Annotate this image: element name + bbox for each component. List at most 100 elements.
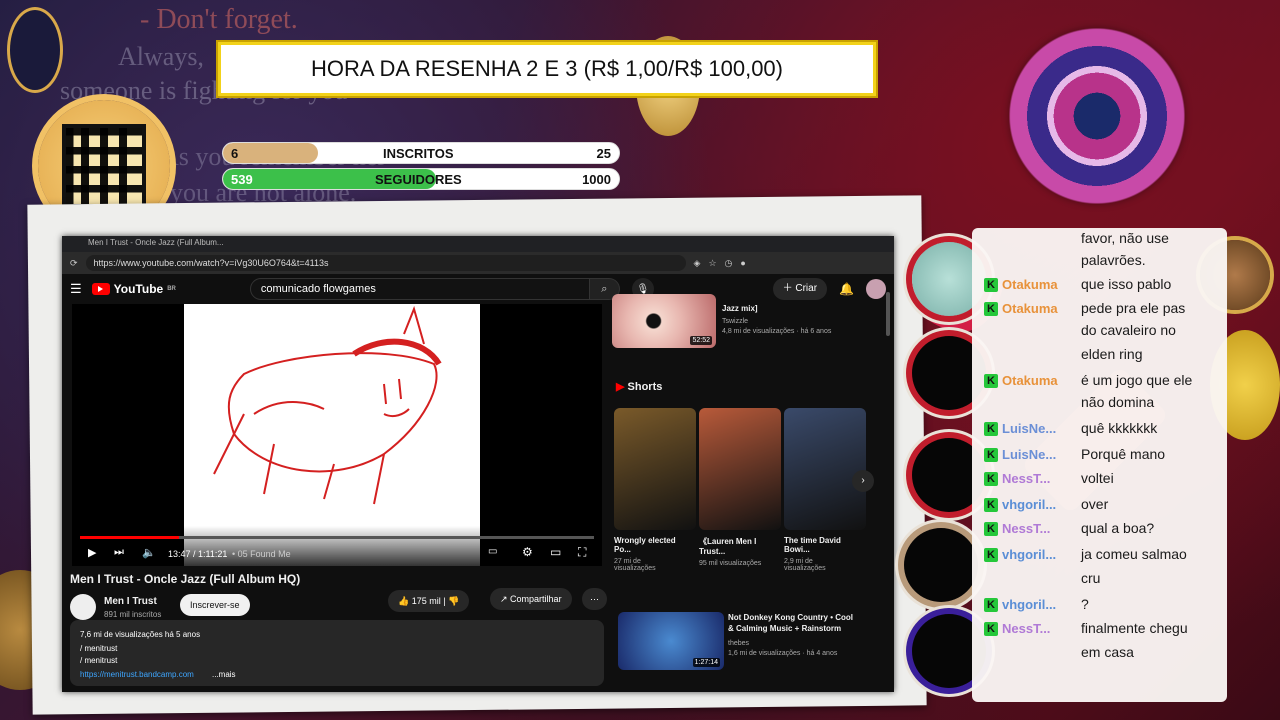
video-duration: 1:27:14 xyxy=(692,658,720,667)
youtube-logo[interactable]: YouTube BR xyxy=(91,282,176,296)
chat-panel: favor, não use palavrões. K Otakuma que isso… xyxy=(972,228,1227,702)
related-video-meta: 1,6 mi de visualizações · há 4 anos xyxy=(728,650,838,657)
youtube-play-icon xyxy=(91,283,110,295)
related-video-title[interactable]: Not Donkey Kong Country • Cool & Calming… xyxy=(728,612,858,634)
scrollbar[interactable] xyxy=(886,292,890,336)
search-input[interactable]: comunicado flowgames xyxy=(249,278,590,300)
progress-bar[interactable] xyxy=(80,536,594,539)
chat-text: favor, não use xyxy=(1081,230,1169,246)
chat-text: ? xyxy=(1081,596,1089,612)
short-card[interactable]: Wrongly elected Po... 27 mi de visualiza… xyxy=(614,408,696,572)
chat-text: do cavaleiro no xyxy=(1081,322,1176,338)
menu-icon[interactable]: ☰ xyxy=(70,281,82,297)
chat-username[interactable]: vhgoril... xyxy=(1002,497,1078,512)
shorts-icon: ▶ xyxy=(616,381,625,393)
profile-icon[interactable]: ● xyxy=(740,258,745,268)
youtube-header: ☰ YouTube BR comunicado flowgames ⌕ 🎙 ＋ … xyxy=(62,274,894,304)
description-stats: 7,6 mi de visualizações há 5 anos xyxy=(80,630,201,639)
chevron-right-icon: › xyxy=(861,475,865,486)
related-video-channel[interactable]: Tswizzle xyxy=(722,318,748,325)
short-card[interactable]: 《Lauren Men I Trust... 95 mil visualizaç… xyxy=(699,408,781,567)
extension-icon[interactable]: ◈ xyxy=(694,258,701,269)
share-button[interactable]: ↗ Compartilhar xyxy=(490,588,572,610)
fullscreen-icon[interactable]: ⛶ xyxy=(578,545,586,560)
moon-emblem-icon xyxy=(10,10,60,90)
chat-text: qual a boa? xyxy=(1081,520,1155,536)
description-url[interactable]: https://menitrust.bandcamp.com xyxy=(80,670,194,679)
short-thumbnail xyxy=(614,408,696,530)
related-video-channel[interactable]: thebes xyxy=(728,640,749,647)
volume-icon[interactable]: 🔈 xyxy=(142,546,156,559)
microphone-icon: 🎙 xyxy=(636,283,650,295)
chat-username[interactable]: vhgoril... xyxy=(1002,597,1078,612)
chat-message: K NessT... voltei xyxy=(972,468,1212,490)
settings-icon[interactable]: ⚙ xyxy=(522,545,533,559)
theater-icon[interactable]: ▭ xyxy=(550,545,561,559)
chapter-label[interactable]: • 05 Found Me xyxy=(232,549,291,559)
more-actions-button[interactable]: ⋯ xyxy=(582,588,607,610)
short-views: 27 mi de visualizações xyxy=(614,558,656,572)
chat-message: K NessT... finalmente chegu xyxy=(972,618,1212,640)
like-count: 175 mil xyxy=(411,596,441,606)
chat-text: voltei xyxy=(1081,470,1114,486)
description-box[interactable]: 7,6 mi de visualizações há 5 anos / meni… xyxy=(70,620,604,686)
chat-username[interactable]: NessT... xyxy=(1002,521,1078,536)
shorts-heading: ▶ Shorts xyxy=(616,380,662,393)
progress-fill xyxy=(80,536,180,539)
related-video-thumbnail[interactable]: 52:52 xyxy=(612,294,716,348)
tab-title[interactable]: Men I Trust - Oncle Jazz (Full Album... xyxy=(88,238,224,247)
chat-username[interactable]: Otakuma xyxy=(1002,301,1078,316)
star-icon[interactable]: ☆ xyxy=(708,258,716,269)
shorts-next-button[interactable]: › xyxy=(852,470,874,492)
chat-username[interactable]: NessT... xyxy=(1002,621,1078,636)
shorts-label: Shorts xyxy=(627,381,663,393)
chat-username[interactable]: Otakuma xyxy=(1002,277,1078,292)
chat-text: cru xyxy=(1081,570,1101,586)
kick-badge-icon: K xyxy=(984,598,998,612)
chat-username[interactable]: NessT... xyxy=(1002,471,1078,486)
like-button[interactable]: 👍 175 mil | 👎 xyxy=(388,590,470,612)
chat-text: pede pra ele pas xyxy=(1081,300,1186,316)
short-card[interactable]: The time David Bowi... 2,9 mi de visuali… xyxy=(784,408,866,572)
reload-icon[interactable]: ⟳ xyxy=(70,258,78,269)
channel-avatar[interactable] xyxy=(70,594,96,620)
chat-message: Kvhgoril... ja comeu salmao xyxy=(972,544,1212,566)
chat-username[interactable]: Otakuma xyxy=(1002,373,1078,388)
url-field[interactable]: https://www.youtube.com/watch?v=iVg30U6O… xyxy=(85,255,686,271)
chat-username[interactable]: LuisNe... xyxy=(1002,447,1078,462)
chat-text: não domina xyxy=(1081,394,1155,410)
chat-message: Kvhgoril... over xyxy=(972,494,1212,516)
video-player[interactable]: ▶ ⏭ 🔈 13:47 / 1:11:21 • 05 Found Me ▭ ⚙ … xyxy=(72,304,602,566)
next-icon[interactable]: ⏭ xyxy=(114,546,124,559)
related-video-thumbnail[interactable]: 1:27:14 xyxy=(618,612,724,670)
chat-text: que isso pablo xyxy=(1081,276,1172,292)
video-duration: 52:52 xyxy=(690,336,712,345)
chat-message: K LuisNe... quê kkkkkkk xyxy=(972,418,1212,440)
description-more[interactable]: ...mais xyxy=(212,670,236,679)
qr-code-icon xyxy=(62,124,146,208)
channel-name[interactable]: Men I Trust xyxy=(104,596,157,607)
subscribe-button[interactable]: Inscrever-se xyxy=(180,594,250,616)
chat-message: favor, não use xyxy=(972,228,1212,250)
player-controls: ▶ ⏭ 🔈 13:47 / 1:11:21 • 05 Found Me ▭ ⚙ … xyxy=(72,526,602,566)
bell-icon[interactable]: 🔔 xyxy=(839,282,854,296)
chat-message: K NessT... qual a boa? xyxy=(972,518,1212,540)
description-link[interactable]: / menitrust xyxy=(80,644,117,653)
related-video-title[interactable]: Jazz mix] xyxy=(722,304,758,313)
create-button[interactable]: ＋ Criar xyxy=(772,278,828,300)
description-link[interactable]: / menitrust xyxy=(80,656,117,665)
kick-badge-icon: K xyxy=(984,548,998,562)
subtitles-icon[interactable]: ▭ xyxy=(488,546,497,557)
chat-username[interactable]: vhgoril... xyxy=(1002,547,1078,562)
short-title: The time David Bowi... xyxy=(784,536,841,554)
chat-username[interactable]: LuisNe... xyxy=(1002,421,1078,436)
short-thumbnail xyxy=(784,408,866,530)
related-video-meta: 4,8 mi de visualizações · há 6 anos xyxy=(722,328,832,335)
play-icon[interactable]: ▶ xyxy=(88,546,96,559)
avatar[interactable] xyxy=(866,279,886,299)
kick-badge-icon: K xyxy=(984,374,998,388)
video-title: Men I Trust - Oncle Jazz (Full Album HQ) xyxy=(70,572,301,586)
kick-badge-icon: K xyxy=(984,522,998,536)
history-icon[interactable]: ◷ xyxy=(725,258,733,269)
short-title: Wrongly elected Po... xyxy=(614,536,676,554)
